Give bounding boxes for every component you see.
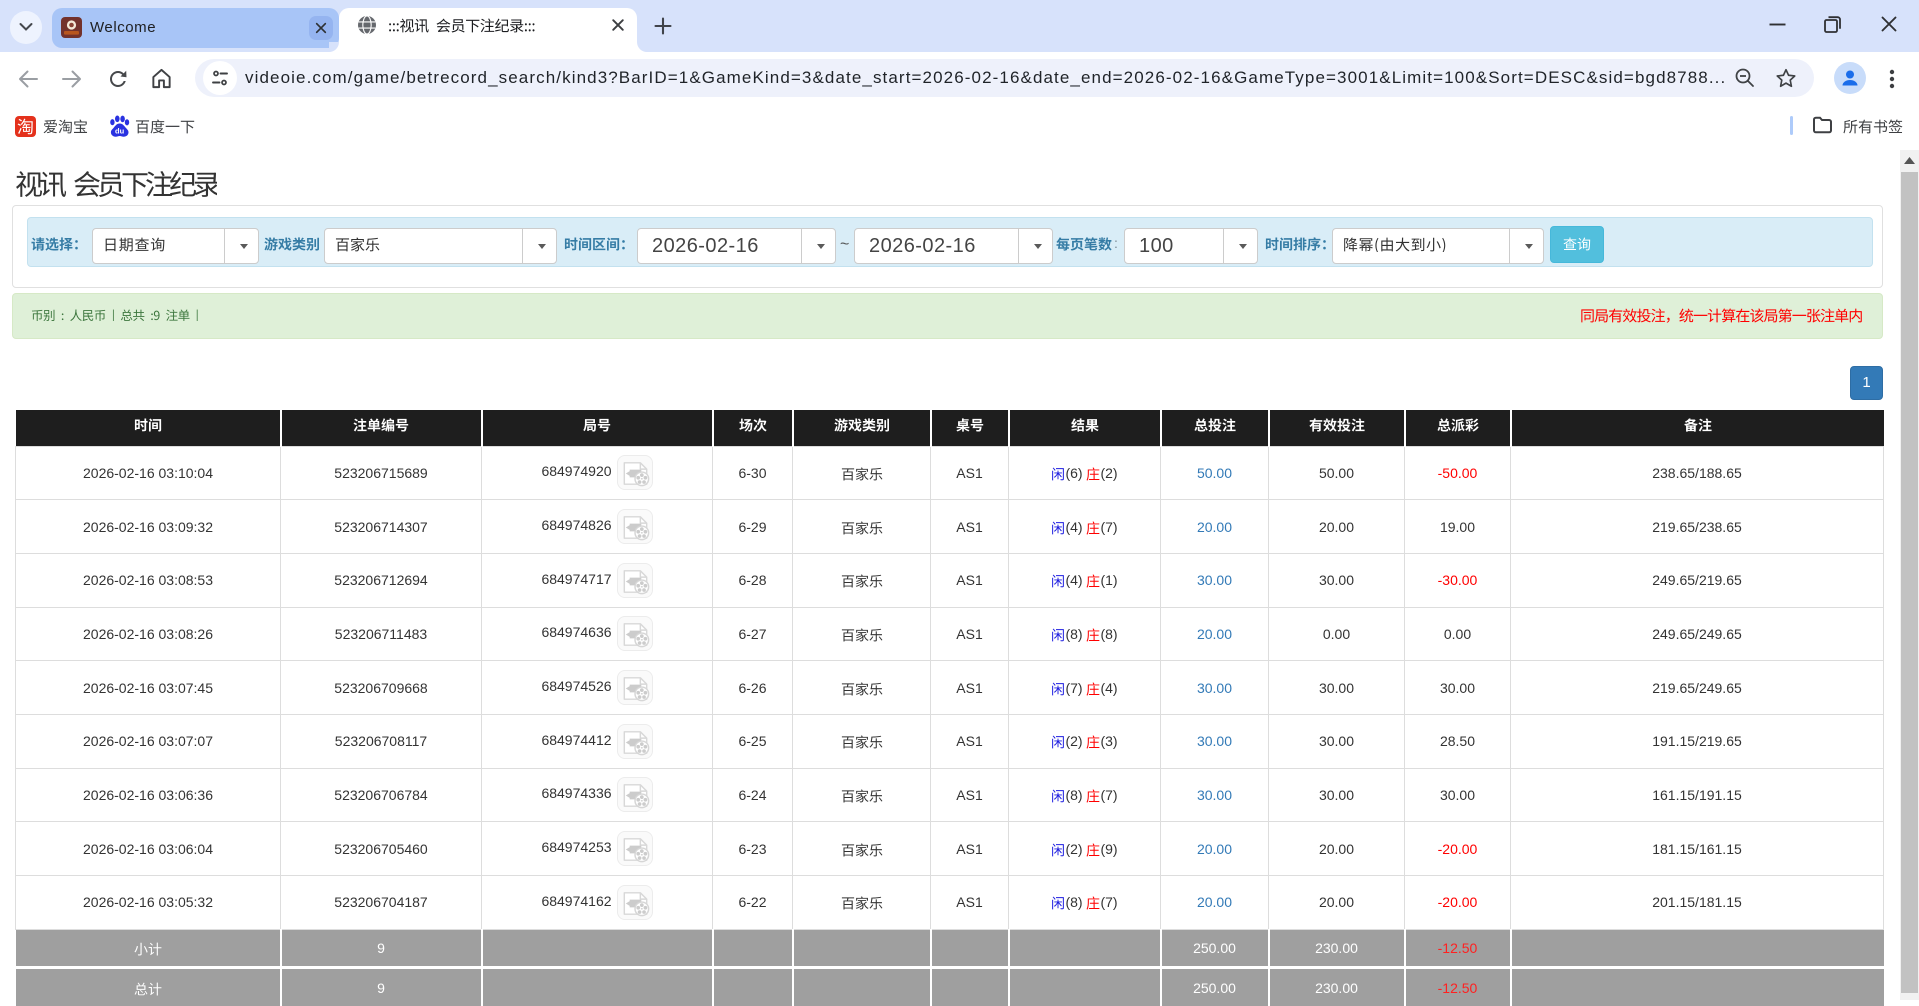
svg-text:du: du	[115, 127, 125, 136]
